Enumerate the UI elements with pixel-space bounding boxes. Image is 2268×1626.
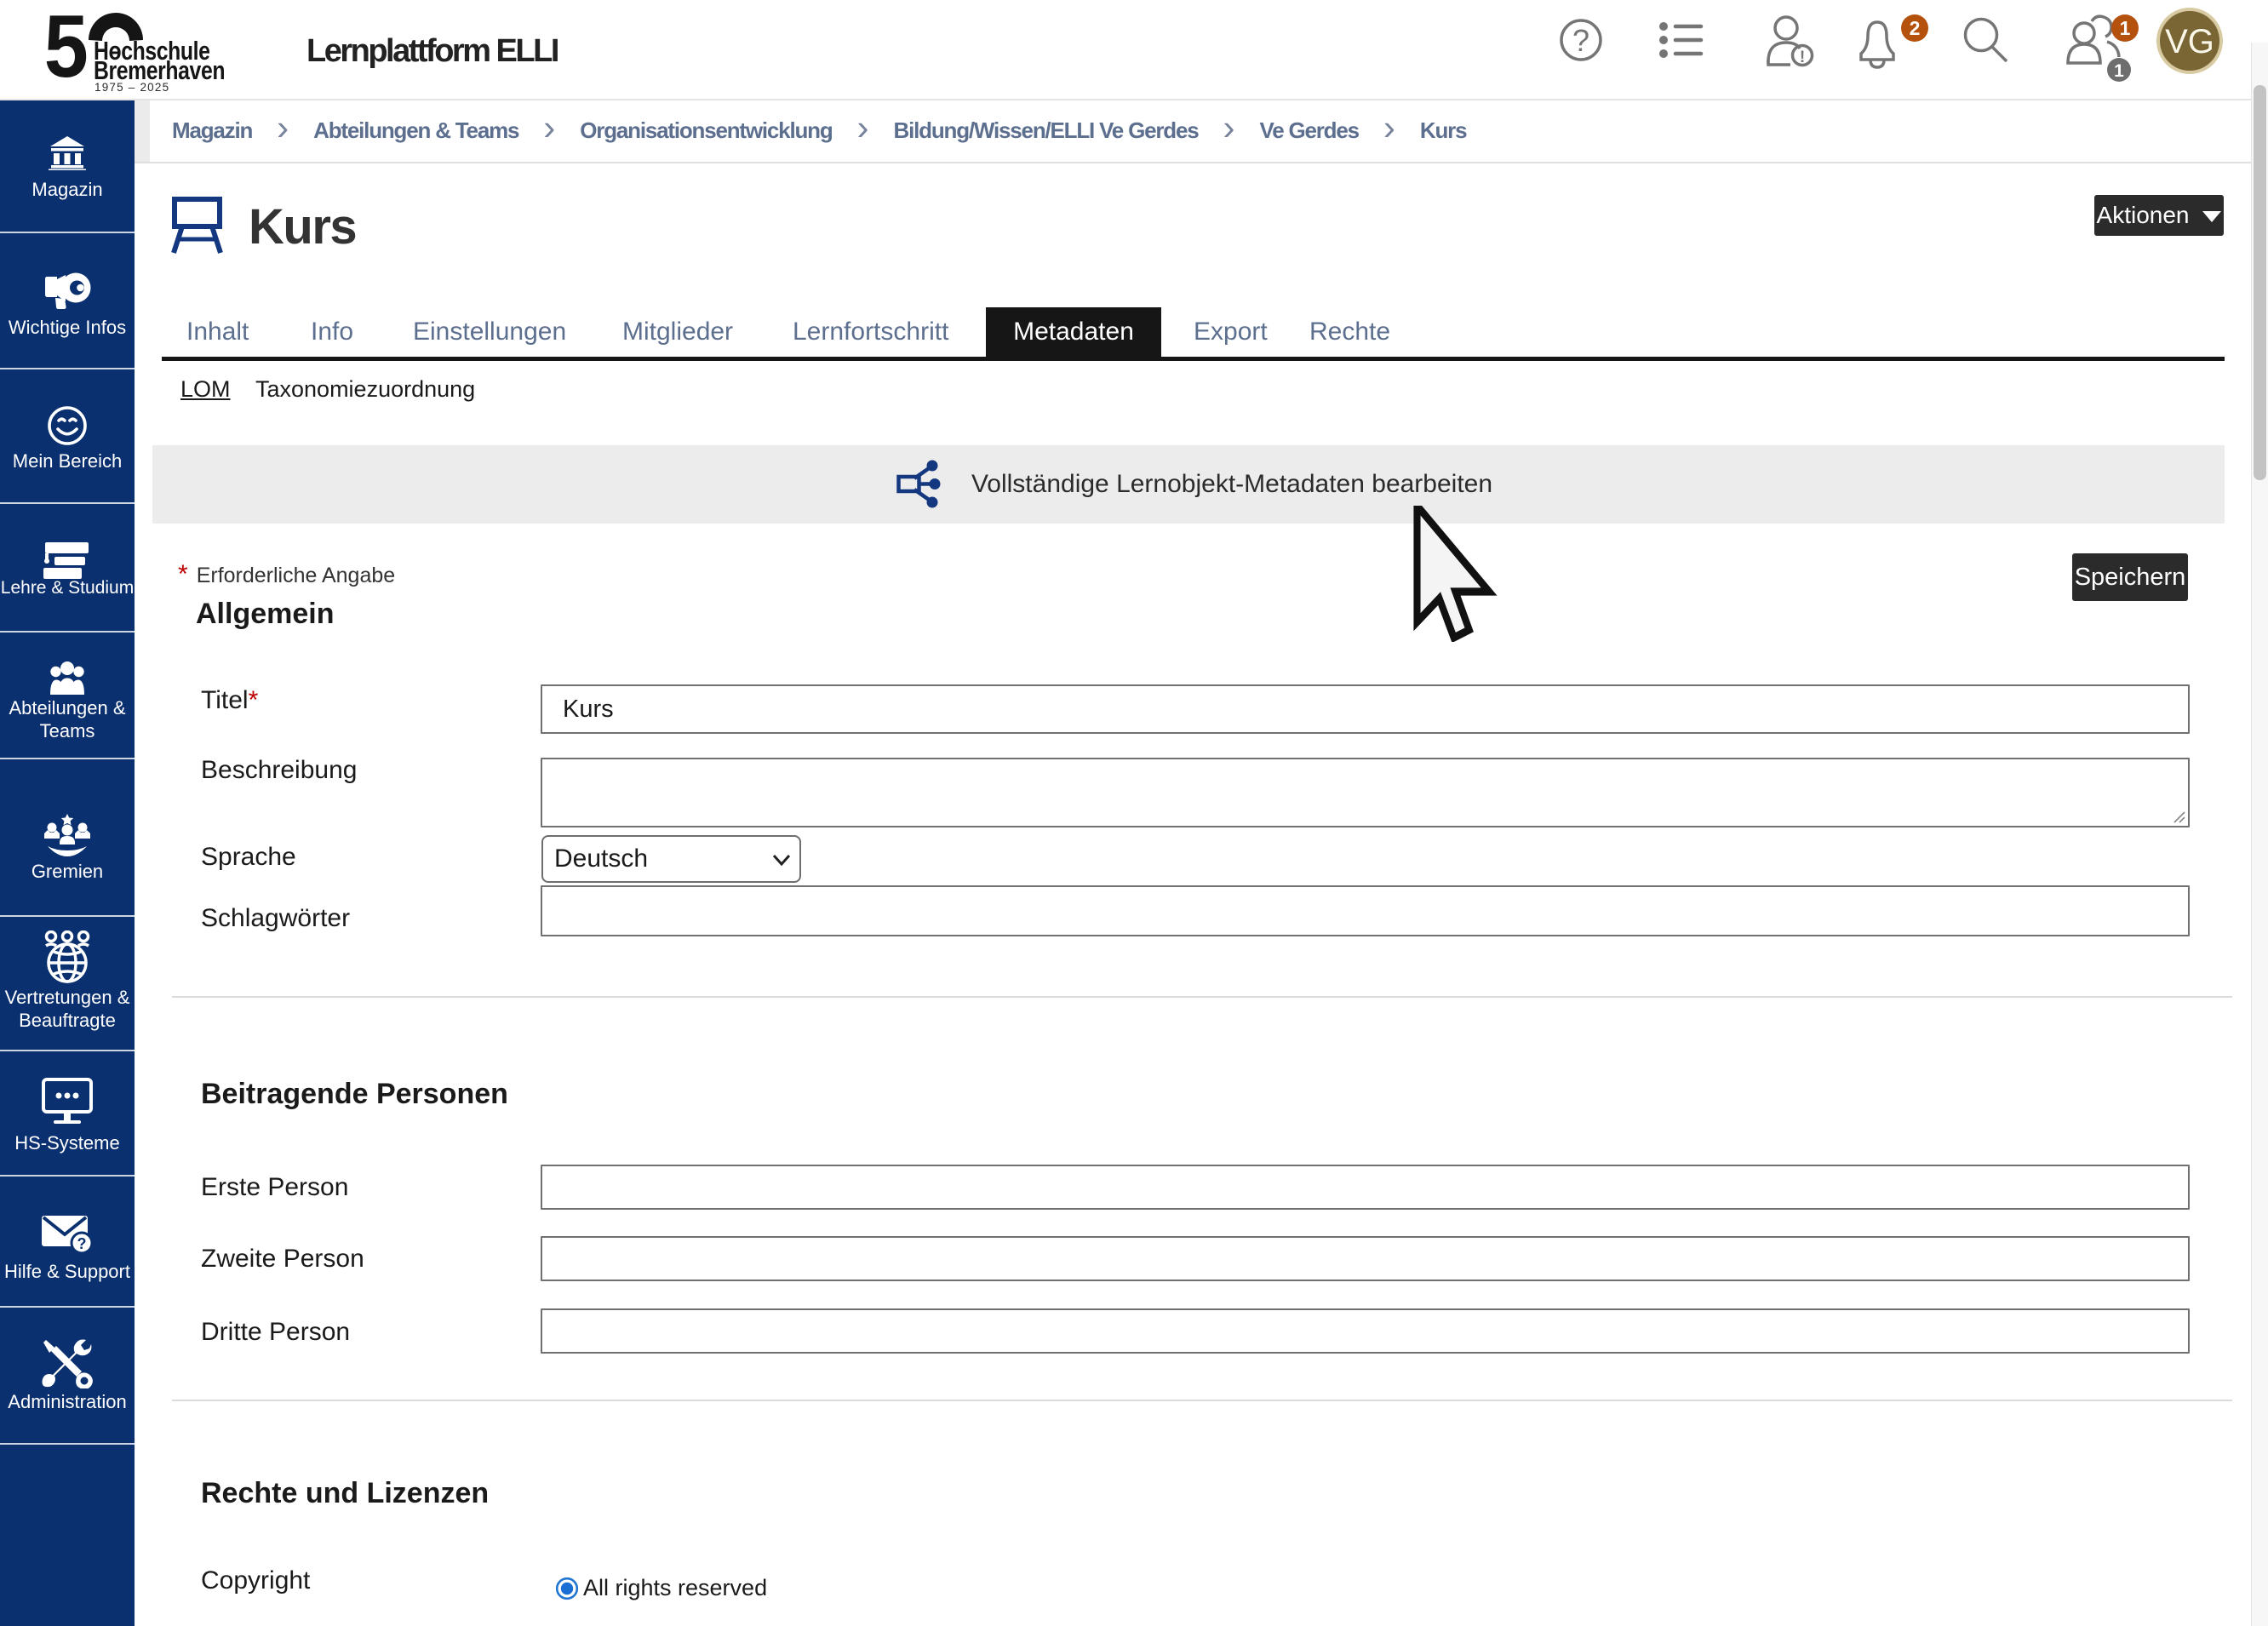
svg-text:1: 1 [2120,17,2131,39]
svg-text:?: ? [1572,23,1589,58]
svg-text:!: ! [1800,49,1805,66]
svg-text:VG: VG [2165,23,2214,60]
svg-text:2: 2 [1910,17,1921,39]
svg-text:1975 – 2025: 1975 – 2025 [94,81,169,94]
svg-text:?: ? [77,1235,87,1252]
svg-text:5: 5 [44,9,87,95]
svg-text:1: 1 [2114,61,2124,81]
